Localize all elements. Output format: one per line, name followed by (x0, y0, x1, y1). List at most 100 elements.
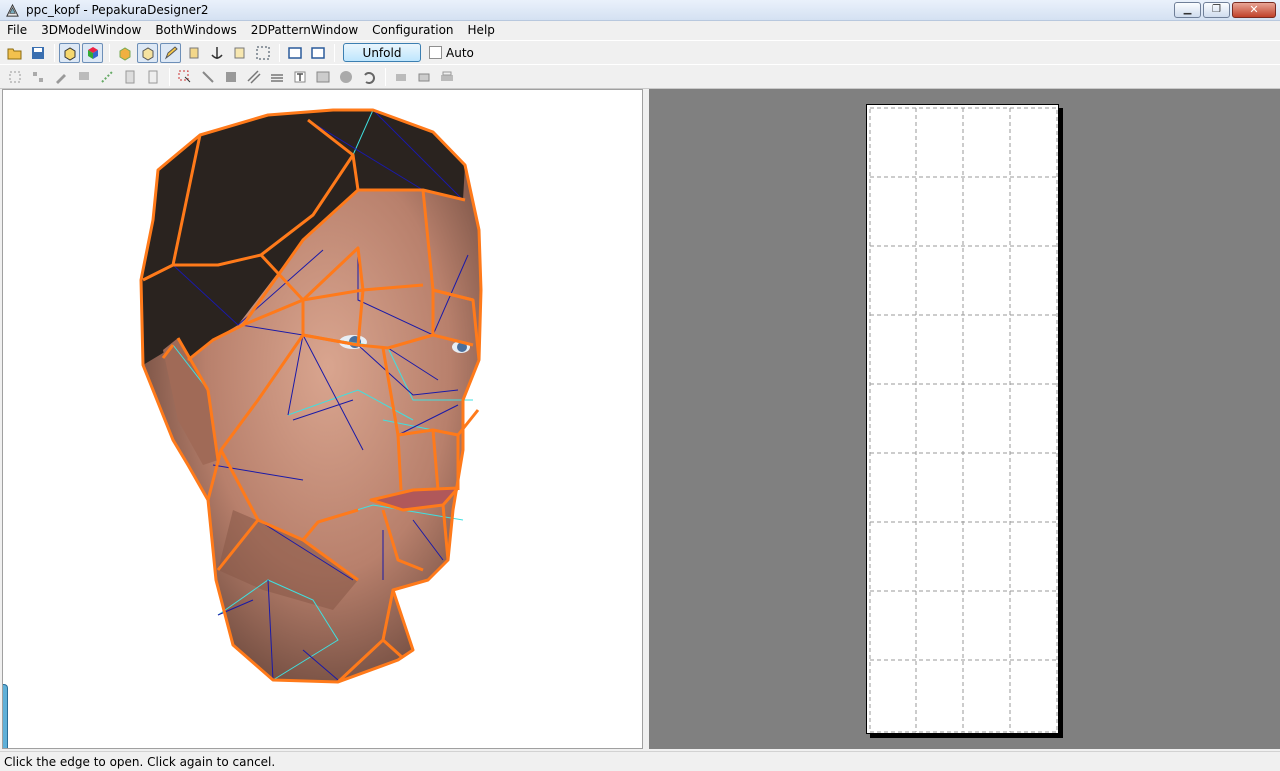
edit-pen-icon (55, 73, 66, 84)
undo-icon (363, 71, 375, 84)
anchor-icon (210, 46, 223, 59)
window-title: ppc_kopf - PepakuraDesigner2 (26, 3, 209, 17)
pencil-icon (164, 45, 178, 59)
texture-icon (225, 71, 236, 82)
tool-print-preview[interactable] (413, 67, 434, 87)
secondary-toolbar (0, 64, 1280, 89)
unfold-button[interactable]: Unfold (343, 43, 421, 62)
menu-bar: File 3DModelWindow BothWindows 2DPattern… (0, 21, 1280, 40)
tool-lines[interactable] (266, 67, 287, 87)
open-box-icon (142, 46, 153, 61)
cylinder-button[interactable] (183, 43, 204, 63)
auto-label: Auto (446, 45, 474, 60)
pattern-page[interactable] (866, 104, 1059, 734)
flap-icon (234, 47, 244, 58)
select-button[interactable] (252, 43, 273, 63)
maximize-button[interactable]: ❐ (1203, 2, 1230, 18)
unfold-faces-button[interactable] (114, 43, 135, 63)
open-box-button[interactable] (137, 42, 158, 63)
flap-button[interactable] (229, 43, 250, 63)
window-layout-2-button[interactable] (307, 43, 328, 63)
toolbar-separator (54, 43, 55, 62)
toolbar-separator (385, 67, 386, 86)
menu-help[interactable]: Help (461, 21, 502, 40)
toolbar-separator (169, 67, 170, 86)
toolbar-separator (279, 43, 280, 62)
maximize-icon: ❐ (1212, 4, 1221, 15)
tool-move[interactable] (27, 67, 48, 87)
tool-fold-lines[interactable] (96, 67, 117, 87)
menu-bothwindows[interactable]: BothWindows (148, 21, 243, 40)
tool-cursor-select[interactable] (174, 67, 195, 87)
page-grid (869, 107, 1058, 733)
close-icon: ✕ (1249, 3, 1259, 16)
lines-icon (270, 73, 283, 82)
open-button[interactable] (4, 43, 25, 63)
open-folder-icon (7, 48, 21, 59)
tool-flap[interactable] (142, 67, 163, 87)
side-panel-tab[interactable] (3, 684, 8, 748)
print-setup-icon (395, 73, 406, 81)
number-icon (78, 71, 89, 80)
toolbar-separator (334, 43, 335, 62)
tool-text[interactable] (289, 67, 310, 87)
select-area-icon (9, 71, 20, 82)
window-icon (310, 46, 325, 59)
image-icon (316, 71, 329, 82)
main-toolbar: Unfold Auto (0, 40, 1280, 64)
auto-checkbox[interactable] (429, 46, 442, 59)
printer-icon (440, 71, 453, 81)
menu-3dmodelwindow[interactable]: 3DModelWindow (34, 21, 148, 40)
tool-image[interactable] (312, 67, 333, 87)
auto-option[interactable]: Auto (429, 46, 474, 60)
menu-configuration[interactable]: Configuration (365, 21, 460, 40)
status-text: Click the edge to open. Click again to c… (4, 755, 276, 769)
tool-page[interactable] (119, 67, 140, 87)
minimize-button[interactable]: ▁ (1174, 2, 1201, 18)
color-cube-icon (87, 46, 98, 59)
tool-select-area[interactable] (4, 67, 25, 87)
status-bar: Click the edge to open. Click again to c… (0, 751, 1280, 771)
textured-cube-icon (64, 46, 75, 61)
grid-move-icon (32, 71, 43, 82)
3d-model-window[interactable] (2, 89, 643, 749)
dashed-select-icon (256, 46, 269, 59)
box-icon (119, 46, 130, 61)
2d-pattern-window[interactable] (649, 89, 1280, 749)
menu-file[interactable]: File (0, 21, 34, 40)
minimize-icon: ▁ (1183, 4, 1192, 15)
anchor-button[interactable] (206, 43, 227, 63)
close-button[interactable]: ✕ (1232, 2, 1276, 18)
window-layout-button[interactable] (284, 43, 305, 63)
save-button[interactable] (27, 43, 48, 63)
cylinder-icon (189, 47, 198, 58)
color-cube-button[interactable] (82, 42, 103, 63)
tool-help[interactable] (335, 67, 356, 87)
tool-undo[interactable] (358, 67, 379, 87)
head-model-mesh[interactable] (3, 90, 643, 749)
page-icon (125, 70, 134, 83)
window-layout-icon (287, 46, 302, 59)
tool-number[interactable] (73, 67, 94, 87)
fold-lines-icon (100, 70, 113, 83)
tool-print[interactable] (436, 67, 457, 87)
flap-page-icon (148, 70, 157, 83)
tool-texture[interactable] (220, 67, 241, 87)
print-preview-icon (418, 73, 429, 81)
text-icon (294, 71, 305, 82)
save-disk-icon (31, 46, 44, 59)
join-icon (201, 70, 214, 83)
menu-2dpatternwindow[interactable]: 2DPatternWindow (244, 21, 365, 40)
texture-toggle-button[interactable] (59, 42, 80, 63)
pepakura-app-icon (6, 3, 19, 17)
tool-join[interactable] (197, 67, 218, 87)
help-question-icon (339, 70, 352, 83)
title-bar: ppc_kopf - PepakuraDesigner2 ▁ ❐ ✕ (0, 0, 1280, 21)
cursor-select-icon (178, 70, 190, 82)
toolbar-separator (109, 43, 110, 62)
hatching-icon (246, 69, 261, 84)
tool-print-setup[interactable] (390, 67, 411, 87)
edit-edge-button[interactable] (160, 42, 181, 63)
tool-edit[interactable] (50, 67, 71, 87)
tool-hatching[interactable] (243, 67, 264, 87)
